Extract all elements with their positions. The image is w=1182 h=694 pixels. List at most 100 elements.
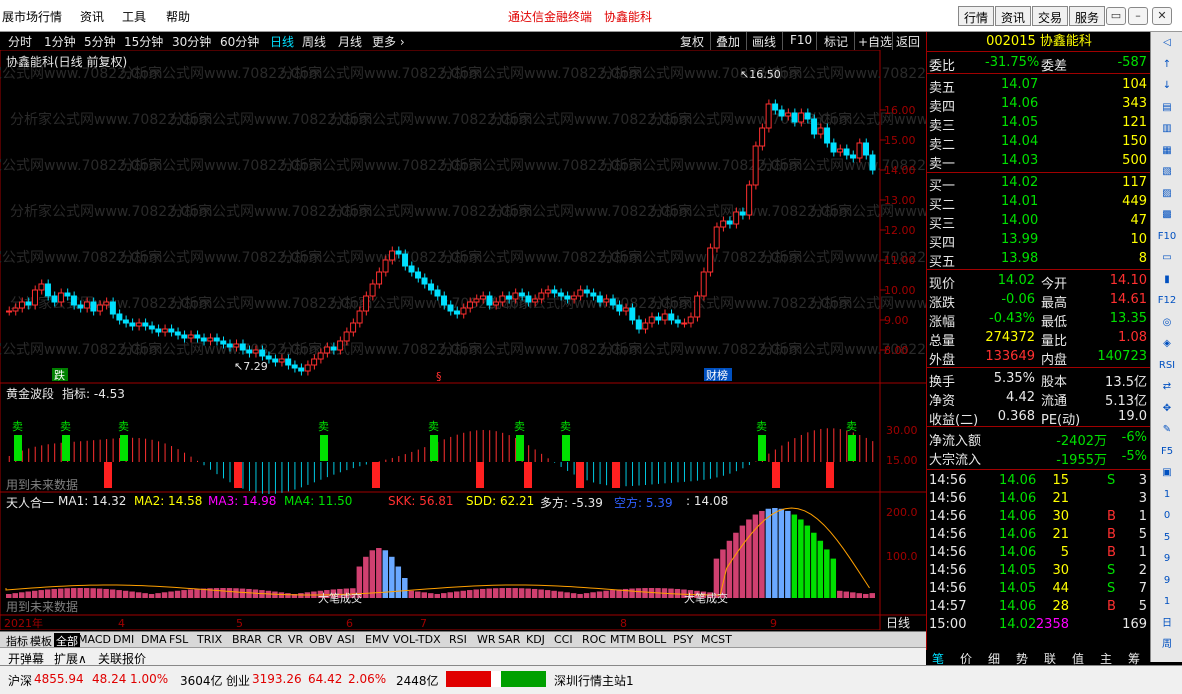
adjust-button[interactable]: 复权 (680, 33, 704, 50)
indicator-tab-14[interactable]: VOL-TDX (393, 633, 441, 646)
overlay-button[interactable]: 叠加 (716, 33, 740, 50)
indicator-tab-19[interactable]: CCI (554, 633, 573, 646)
panel3-bar (856, 593, 863, 598)
fund-value: 0.368 (997, 409, 1035, 424)
period-1min[interactable]: 1分钟 (44, 33, 76, 50)
candle (376, 271, 383, 285)
side-tool-icon[interactable]: 1 (1157, 486, 1177, 504)
side-tool-icon[interactable]: ◈ (1157, 335, 1177, 353)
restore-icon[interactable]: ▭ (1106, 7, 1126, 25)
side-tool-icon[interactable]: 1 (1157, 593, 1177, 611)
indicator-tab-13[interactable]: EMV (365, 633, 389, 646)
tick-row: 14:56 14.06 15 S 3 (927, 472, 1151, 491)
chart-canvas[interactable]: 分析家公式网www.70822.Com分析家公式网www.70822.Com分析… (0, 50, 926, 630)
period-5min[interactable]: 5分钟 (84, 33, 116, 50)
side-tool-icon[interactable]: ◁ (1157, 34, 1177, 52)
mark-button[interactable]: 标记 (824, 33, 848, 50)
menu-item-market[interactable]: 展市场行情 (2, 8, 62, 25)
side-tool-icon[interactable]: ▩ (1157, 206, 1177, 224)
candle (850, 154, 857, 159)
candle (194, 334, 201, 339)
side-tool-icon[interactable]: ◎ (1157, 314, 1177, 332)
panel3-bar (441, 593, 447, 598)
indicator-tab-6[interactable]: FSL (169, 633, 188, 646)
app-title-link[interactable]: 通达信金融终端 (508, 8, 592, 25)
side-tool-icon[interactable]: RSI (1157, 357, 1177, 375)
period-15min[interactable]: 15分钟 (124, 33, 163, 50)
indicator-tab-5[interactable]: DMA (141, 633, 167, 646)
menu-item-tools[interactable]: 工具 (122, 8, 146, 25)
period-day[interactable]: 日线 (270, 33, 294, 50)
panel3-bar (31, 590, 38, 598)
side-tool-icon[interactable]: ✥ (1157, 400, 1177, 418)
indicator-tab-7[interactable]: TRIX (197, 633, 222, 646)
side-tool-icon[interactable]: ▦ (1157, 142, 1177, 160)
indicator-tab-12[interactable]: ASI (337, 633, 355, 646)
side-tool-icon[interactable]: ✎ (1157, 421, 1177, 439)
side-tool-icon[interactable]: F10 (1157, 228, 1177, 246)
period-30min[interactable]: 30分钟 (172, 33, 211, 50)
side-tool-icon[interactable]: 9 (1157, 572, 1177, 590)
indicator-tab-11[interactable]: OBV (309, 633, 332, 646)
draw-line-button[interactable]: 画线 (752, 33, 776, 50)
side-tool-icon[interactable]: 周 (1157, 636, 1177, 654)
side-tool-icon[interactable]: F5 (1157, 443, 1177, 461)
trade-button[interactable]: 交易 (1032, 6, 1069, 26)
period-more[interactable]: 更多 › (372, 33, 405, 50)
side-tool-icon[interactable]: ▤ (1157, 99, 1177, 117)
tick-volume: 21 (1052, 527, 1069, 542)
indicator-tab-4[interactable]: DMI (113, 633, 134, 646)
side-tool-icon[interactable]: ↓ (1157, 77, 1177, 95)
panel3-bar (51, 588, 57, 598)
side-tool-icon[interactable]: ▣ (1157, 464, 1177, 482)
quote-button[interactable]: 行情 (958, 6, 995, 26)
candle (38, 283, 45, 291)
indicator-tab-9[interactable]: CR (267, 633, 282, 646)
indicator-tab-23[interactable]: PSY (673, 633, 693, 646)
add-watchlist-button[interactable]: +自选 (858, 33, 892, 50)
stock-title-link[interactable]: 协鑫能科 (604, 8, 652, 25)
indicator-tab-16[interactable]: WR (477, 633, 496, 646)
info-button[interactable]: 资讯 (995, 6, 1032, 26)
side-tool-icon[interactable]: ▮ (1157, 271, 1177, 289)
indicator-tab-22[interactable]: BOLL (638, 633, 666, 646)
chart-area[interactable]: 分析家公式网www.70822.Com分析家公式网www.70822.Com分析… (0, 50, 926, 630)
side-tool-icon[interactable]: 9 (1157, 550, 1177, 568)
menu-item-news[interactable]: 资讯 (80, 8, 104, 25)
side-tool-icon[interactable]: 日 (1157, 615, 1177, 633)
stat-value: -0.06 (1001, 292, 1035, 307)
period-60min[interactable]: 60分钟 (220, 33, 259, 50)
close-icon[interactable]: ✕ (1152, 7, 1172, 25)
side-tool-icon[interactable]: ▭ (1157, 249, 1177, 267)
side-tool-icon[interactable]: 0 (1157, 507, 1177, 525)
indicator-tab-21[interactable]: MTM (610, 633, 636, 646)
f10-button[interactable]: F10 (790, 33, 812, 47)
menu-item-help[interactable]: 帮助 (166, 8, 190, 25)
period-month[interactable]: 月线 (338, 33, 362, 50)
panel3-bar (220, 588, 226, 598)
indicator-tab-8[interactable]: BRAR (232, 633, 262, 646)
indicator-tab-17[interactable]: SAR (498, 633, 520, 646)
tick-volume: 30 (1052, 509, 1069, 524)
indicator-tab-20[interactable]: ROC (582, 633, 606, 646)
side-tool-icon[interactable]: 5 (1157, 529, 1177, 547)
server-name[interactable]: 深圳行情主站1 (554, 672, 634, 689)
period-intraday[interactable]: 分时 (8, 33, 32, 50)
indicator-tab-10[interactable]: VR (288, 633, 303, 646)
side-tool-icon[interactable]: ↑ (1157, 56, 1177, 74)
period-week[interactable]: 周线 (302, 33, 326, 50)
back-button[interactable]: 返回 (896, 33, 920, 50)
minimize-icon[interactable]: – (1128, 7, 1148, 25)
ask-label: 卖四 (929, 100, 956, 115)
candle (648, 316, 655, 324)
indicator-tab-18[interactable]: KDJ (526, 633, 545, 646)
side-tool-icon[interactable]: ▥ (1157, 120, 1177, 138)
indicator-tab-3[interactable]: MACD (78, 633, 111, 646)
indicator-tab-24[interactable]: MCST (701, 633, 732, 646)
side-tool-icon[interactable]: F12 (1157, 292, 1177, 310)
side-tool-icon[interactable]: ▨ (1157, 185, 1177, 203)
indicator-tab-15[interactable]: RSI (449, 633, 467, 646)
side-tool-icon[interactable]: ▧ (1157, 163, 1177, 181)
side-tool-icon[interactable]: ⇄ (1157, 378, 1177, 396)
service-button[interactable]: 服务 (1069, 6, 1106, 26)
